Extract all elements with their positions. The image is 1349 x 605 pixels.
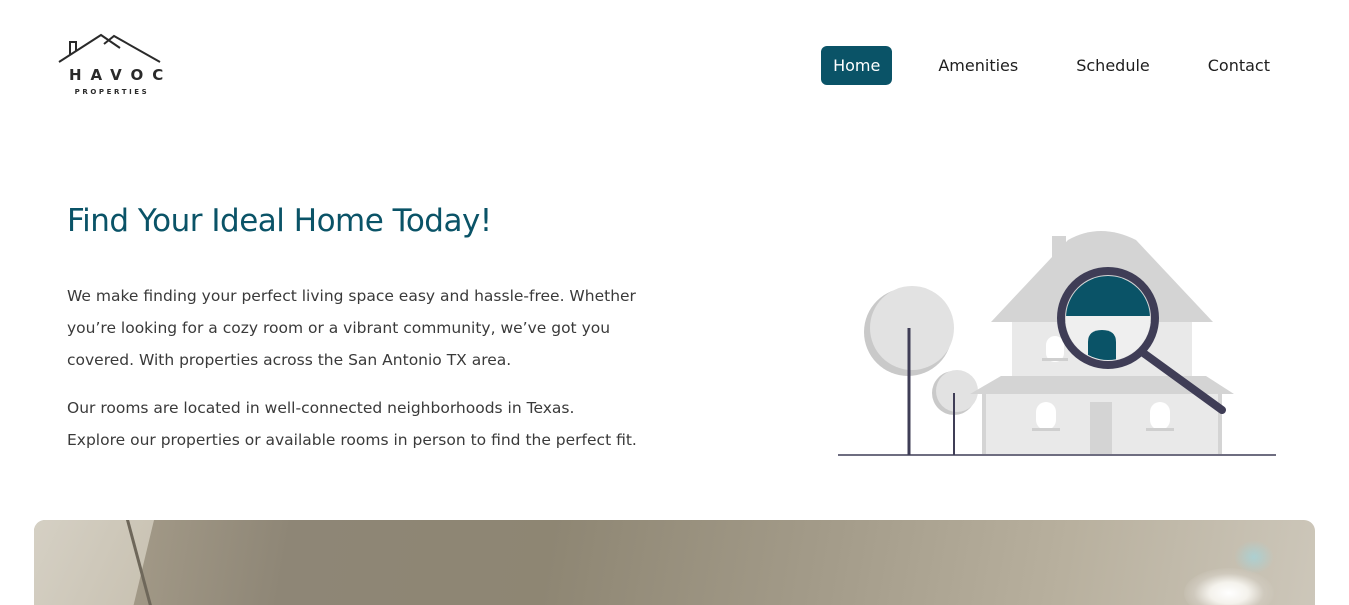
nav-schedule-link[interactable]: Schedule xyxy=(1064,46,1162,85)
ceiling-corner xyxy=(34,520,154,605)
nav-home-link[interactable]: Home xyxy=(821,46,893,85)
hero-paragraph-1: We make finding your perfect living spac… xyxy=(67,287,636,369)
room-photo xyxy=(34,520,1315,605)
hero-paragraph-2: Our rooms are located in well-connected … xyxy=(67,399,637,449)
brand-subtitle: PROPERTIES xyxy=(74,88,150,96)
nav-contact-link[interactable]: Contact xyxy=(1196,46,1282,85)
brand-name: HAVOC xyxy=(69,66,173,84)
ceiling-light xyxy=(1184,568,1274,605)
brand-logo[interactable]: HAVOC PROPERTIES xyxy=(58,32,164,100)
main-nav: Home Amenities Schedule Contact xyxy=(821,46,1282,85)
nav-amenities-link[interactable]: Amenities xyxy=(926,46,1030,85)
hero-title: Find Your Ideal Home Today! xyxy=(67,203,492,239)
house-search-illustration xyxy=(836,228,1278,460)
